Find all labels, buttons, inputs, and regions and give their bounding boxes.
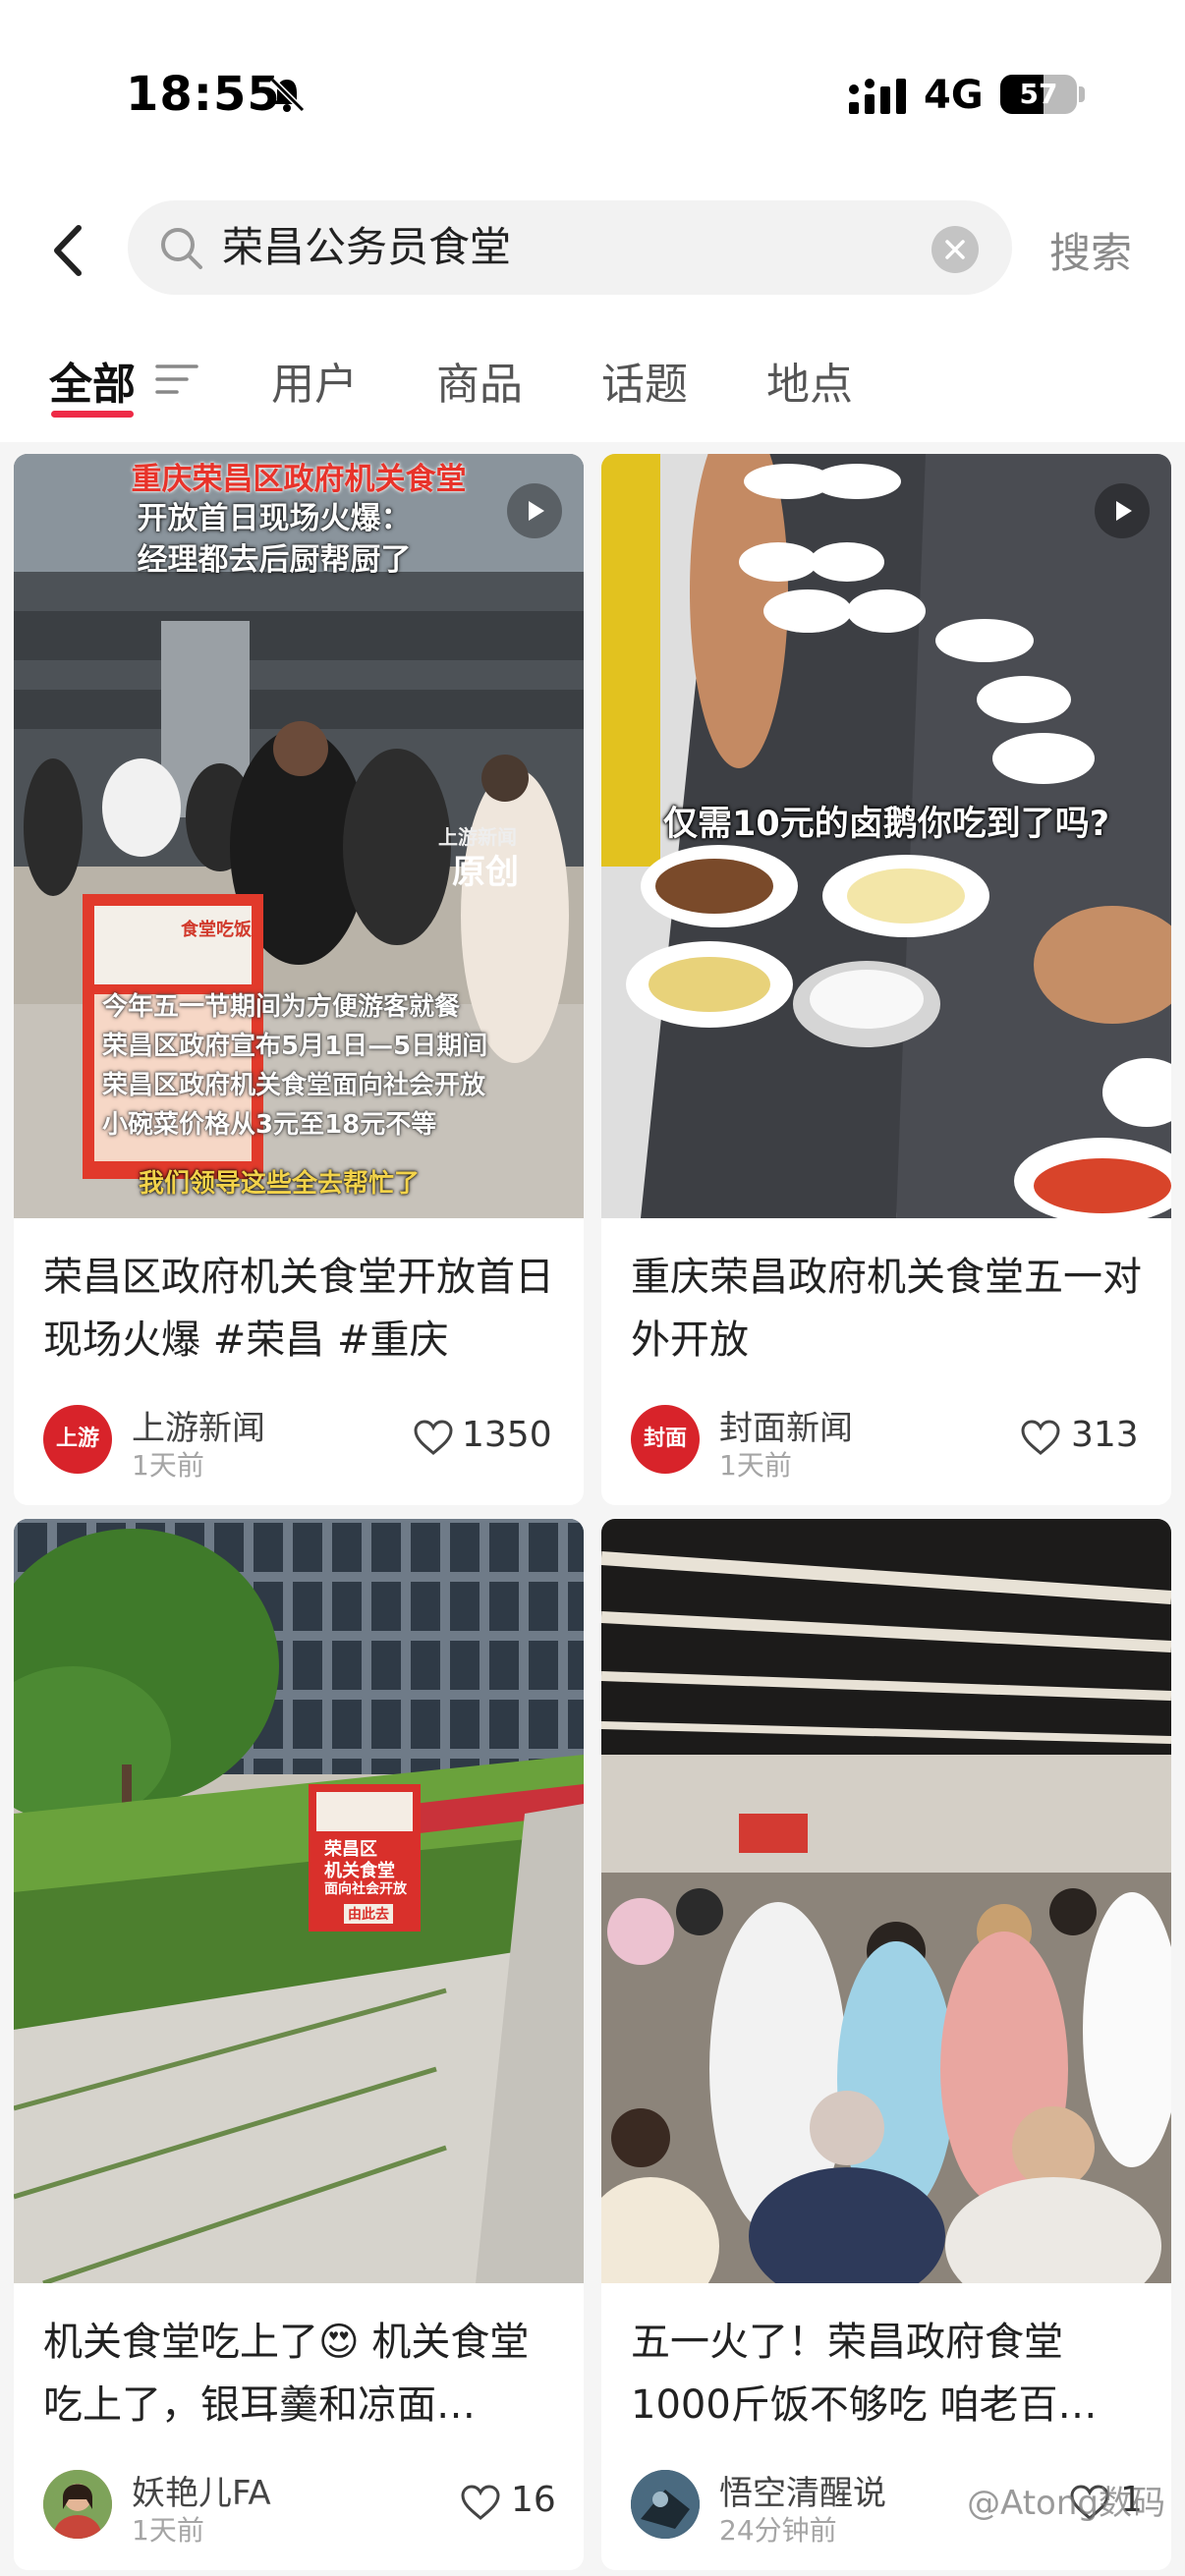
sign-board-label: 食堂吃饭 — [181, 920, 252, 940]
battery-icon: 57 — [1000, 75, 1077, 114]
clock: 18:55 — [126, 67, 281, 122]
like-icon[interactable] — [1020, 1419, 1061, 1456]
author-name[interactable]: 妖艳儿FA — [132, 2466, 271, 2514]
active-tab-indicator — [51, 411, 134, 418]
author-name[interactable]: 上游新闻 — [132, 1401, 265, 1449]
cover-caption-line: 小碗菜价格从3元至18元不等 — [102, 1110, 437, 1140]
watermark: @Atong数码 — [967, 2484, 1165, 2523]
card-cover-image[interactable]: 仅需10元的卤鹅你吃到了吗? — [601, 454, 1171, 1218]
avatar-text: 封面 — [643, 1427, 687, 1451]
network-type: 4G — [924, 73, 984, 118]
like-icon[interactable] — [460, 2484, 501, 2521]
back-arrow-icon[interactable] — [39, 216, 98, 285]
search-input[interactable]: 荣昌公务员食堂 — [128, 200, 1012, 295]
note-card[interactable]: 五一火了！荣昌政府食堂1000斤饭不够吃 咱老百… 悟空清醒说 24分钟前 1 — [601, 1519, 1171, 2570]
signal-icon — [849, 79, 906, 114]
search-bar: 荣昌公务员食堂 搜索 — [0, 187, 1185, 309]
tab-places[interactable]: 地点 — [766, 349, 853, 412]
battery-percent: 57 — [1019, 78, 1058, 110]
note-card[interactable]: 仅需10元的卤鹅你吃到了吗? 重庆荣昌政府机关食堂五一对外开放 封面 封面新闻 … — [601, 454, 1171, 1505]
cover-caption-line: 荣昌区政府机关食堂面向社会开放 — [102, 1071, 486, 1100]
tab-topics[interactable]: 话题 — [601, 349, 688, 412]
video-play-icon — [1095, 483, 1150, 538]
note-card[interactable]: 重庆荣昌区政府机关食堂 开放首日现场火爆： 经理都去后厨帮厨了 上游新闻 原创 … — [14, 454, 584, 1505]
card-title[interactable]: 机关食堂吃上了😍 机关食堂吃上了，银耳羹和凉面… — [43, 2311, 564, 2436]
cover-caption-line: 今年五一节期间为方便游客就餐 — [102, 992, 461, 1022]
like-count: 313 — [1071, 1415, 1139, 1455]
avatar-text: 上游 — [55, 1427, 99, 1451]
filter-tabs: 全部 用户 商品 话题 地点 — [0, 309, 1185, 442]
card-title[interactable]: 重庆荣昌政府机关食堂五一对外开放 — [631, 1246, 1152, 1372]
cover-original-label: 原创 — [452, 853, 519, 892]
like-count: 1350 — [462, 1415, 552, 1455]
filter-icon[interactable] — [155, 363, 198, 396]
author-name[interactable]: 悟空清醒说 — [719, 2466, 886, 2514]
sign-line: 由此去 — [344, 1904, 393, 1924]
search-button[interactable]: 搜索 — [1049, 220, 1132, 280]
cover-caption-line: 荣昌区政府宣布5月1日—5日期间 — [102, 1032, 488, 1061]
like-icon[interactable] — [413, 1419, 454, 1456]
avatar[interactable]: 上游 — [43, 1405, 112, 1474]
cover-overlay-subtitle-2: 经理都去后厨帮厨了 — [137, 542, 412, 578]
tab-all[interactable]: 全部 — [49, 349, 136, 412]
search-icon — [161, 228, 202, 269]
author-name[interactable]: 封面新闻 — [719, 1401, 853, 1449]
cover-overlay-subtitle: 开放首日现场火爆： — [137, 501, 412, 536]
post-time: 1天前 — [132, 2514, 204, 2547]
tab-products[interactable]: 商品 — [436, 349, 523, 412]
card-title[interactable]: 荣昌区政府机关食堂开放首日现场火爆 #荣昌 #重庆 — [43, 1246, 564, 1372]
clear-icon[interactable] — [931, 226, 979, 273]
card-title[interactable]: 五一火了！荣昌政府食堂1000斤饭不够吃 咱老百… — [631, 2311, 1152, 2436]
search-query[interactable]: 荣昌公务员食堂 — [222, 200, 511, 295]
video-play-icon — [507, 483, 562, 538]
note-card[interactable]: 荣昌区 机关食堂 面向社会开放 由此去 机关食堂吃上了😍 机关食堂吃上了，银耳羹… — [14, 1519, 584, 2570]
battery-tip — [1079, 86, 1085, 102]
card-cover-image[interactable] — [601, 1519, 1171, 2283]
post-time: 1天前 — [132, 1449, 204, 1482]
tab-users[interactable]: 用户 — [271, 349, 358, 412]
card-cover-image[interactable]: 重庆荣昌区政府机关食堂 开放首日现场火爆： 经理都去后厨帮厨了 上游新闻 原创 … — [14, 454, 584, 1218]
cover-overlay-title: 仅需10元的卤鹅你吃到了吗? — [662, 805, 1109, 844]
post-time: 1天前 — [719, 1449, 792, 1482]
cover-overlay-title: 重庆荣昌区政府机关食堂 — [131, 462, 467, 497]
cover-caption: 我们领导这些全去帮忙了 — [138, 1169, 420, 1199]
status-bar: 18:55 4G 57 — [0, 0, 1185, 187]
like-count: 16 — [511, 2480, 556, 2520]
avatar[interactable] — [631, 2470, 700, 2539]
post-time: 24分钟前 — [719, 2514, 837, 2547]
avatar[interactable] — [43, 2470, 112, 2539]
sign-line: 面向社会开放 — [324, 1881, 407, 1897]
bell-mute-icon — [269, 77, 306, 113]
card-cover-image[interactable]: 荣昌区 机关食堂 面向社会开放 由此去 — [14, 1519, 584, 2283]
avatar[interactable]: 封面 — [631, 1405, 700, 1474]
